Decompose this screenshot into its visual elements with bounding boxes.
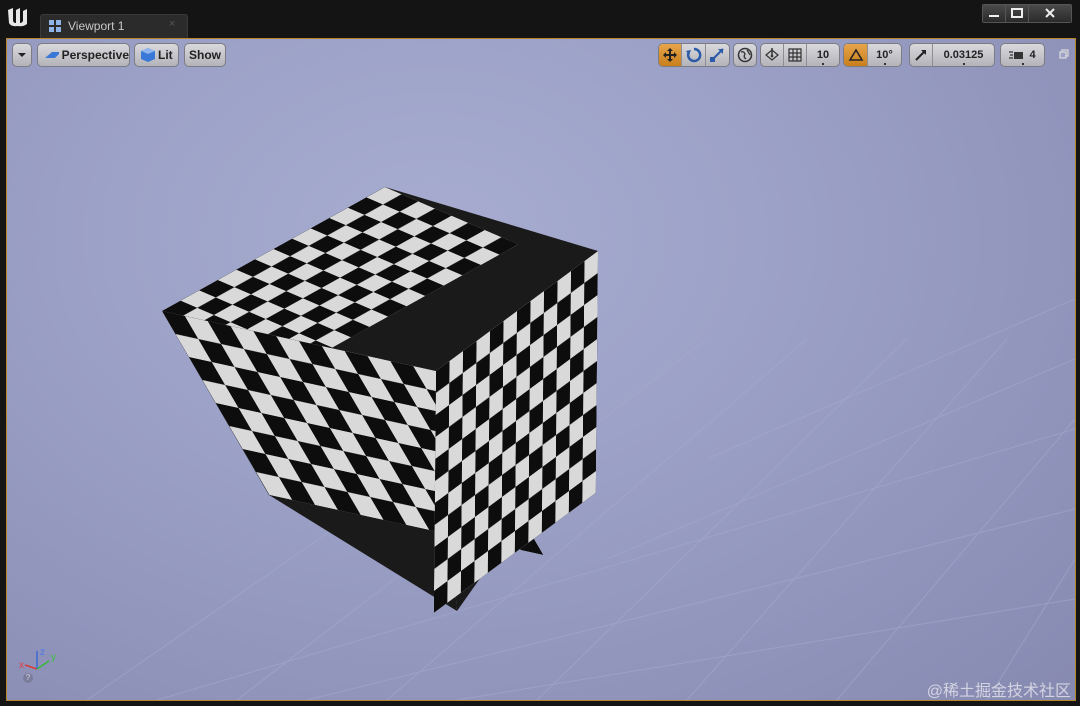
maximize-button[interactable] — [1006, 5, 1029, 22]
title-bar: Viewport 1 × — [0, 0, 1080, 38]
translate-tool-button[interactable] — [659, 44, 683, 66]
tab-viewport-1[interactable]: Viewport 1 × — [40, 14, 188, 38]
restore-viewport-icon[interactable] — [1059, 49, 1069, 59]
axis-z-label: z — [40, 647, 45, 658]
tab-label: Viewport 1 — [68, 19, 125, 33]
transform-tools — [658, 43, 730, 67]
lighting-mode-button[interactable]: Lit — [134, 43, 179, 67]
rotation-snap-group: 10° — [843, 43, 902, 67]
coordinate-space-toggle[interactable] — [733, 43, 757, 67]
axis-gizmo: x z y — [19, 647, 56, 671]
world-space-button[interactable] — [734, 44, 756, 66]
show-label: Show — [189, 48, 221, 62]
viewport-icon — [49, 20, 61, 32]
rotate-tool-button[interactable] — [682, 44, 706, 66]
minimize-button[interactable] — [983, 5, 1006, 22]
rotation-snap-toggle[interactable] — [844, 44, 868, 66]
scale-snap-value: 0.03125 — [943, 49, 984, 61]
rotation-snap-value-dropdown[interactable]: 10° — [868, 44, 901, 66]
close-button[interactable] — [1029, 5, 1071, 22]
scale-snap-group: 0.03125 — [909, 43, 995, 67]
close-icon — [1045, 8, 1055, 18]
scene-canvas[interactable] — [7, 39, 1075, 700]
grid-snap-group: 10 — [760, 43, 840, 67]
help-icon[interactable]: ? — [23, 673, 33, 683]
lighting-label: Lit — [158, 48, 173, 62]
surface-snap-button[interactable] — [761, 44, 784, 66]
camera-speed-dropdown[interactable]: 4 — [1001, 44, 1044, 66]
rotate-icon — [685, 47, 701, 63]
chevron-down-icon — [18, 53, 26, 57]
camera-speed-value: 4 — [1029, 49, 1036, 61]
grid-snap-value: 10 — [816, 49, 830, 61]
viewport-options-button[interactable] — [12, 43, 32, 67]
camera-speed-icon — [1009, 51, 1024, 59]
unreal-engine-logo[interactable] — [5, 4, 31, 30]
surface-snap-icon — [765, 48, 779, 61]
watermark: @稀土掘金技术社区 — [926, 683, 1071, 700]
globe-icon — [737, 47, 753, 63]
scale-snap-toggle[interactable] — [910, 44, 933, 66]
viewport[interactable]: Perspective Lit Show 10 10° 0.03125 4 x … — [6, 38, 1076, 701]
lit-cube-icon — [141, 48, 155, 62]
scale-tool-button[interactable] — [706, 44, 729, 66]
minimize-icon — [989, 15, 999, 17]
view-mode-label: Perspective — [61, 48, 129, 62]
rotation-snap-value: 10° — [876, 49, 893, 61]
translate-icon — [663, 48, 678, 62]
scale-snap-value-dropdown[interactable]: 0.03125 — [933, 44, 994, 66]
view-mode-button[interactable]: Perspective — [37, 43, 130, 67]
maximize-icon — [1011, 8, 1023, 18]
scale-snap-icon — [915, 50, 926, 61]
grid-snap-toggle[interactable] — [784, 44, 807, 66]
grid-snap-value-dropdown[interactable]: 10 — [807, 44, 839, 66]
perspective-icon — [45, 52, 59, 58]
camera-speed-button[interactable]: 4 — [1000, 43, 1045, 67]
axis-y-label: y — [51, 652, 56, 663]
show-button[interactable]: Show — [184, 43, 226, 67]
checkered-cube[interactable] — [162, 187, 598, 613]
angle-snap-icon — [848, 48, 863, 61]
axis-x-label: x — [19, 660, 24, 671]
window-controls — [982, 4, 1072, 23]
grid-icon — [788, 48, 802, 62]
scale-icon — [710, 48, 725, 62]
tab-close-icon[interactable]: × — [169, 18, 175, 30]
